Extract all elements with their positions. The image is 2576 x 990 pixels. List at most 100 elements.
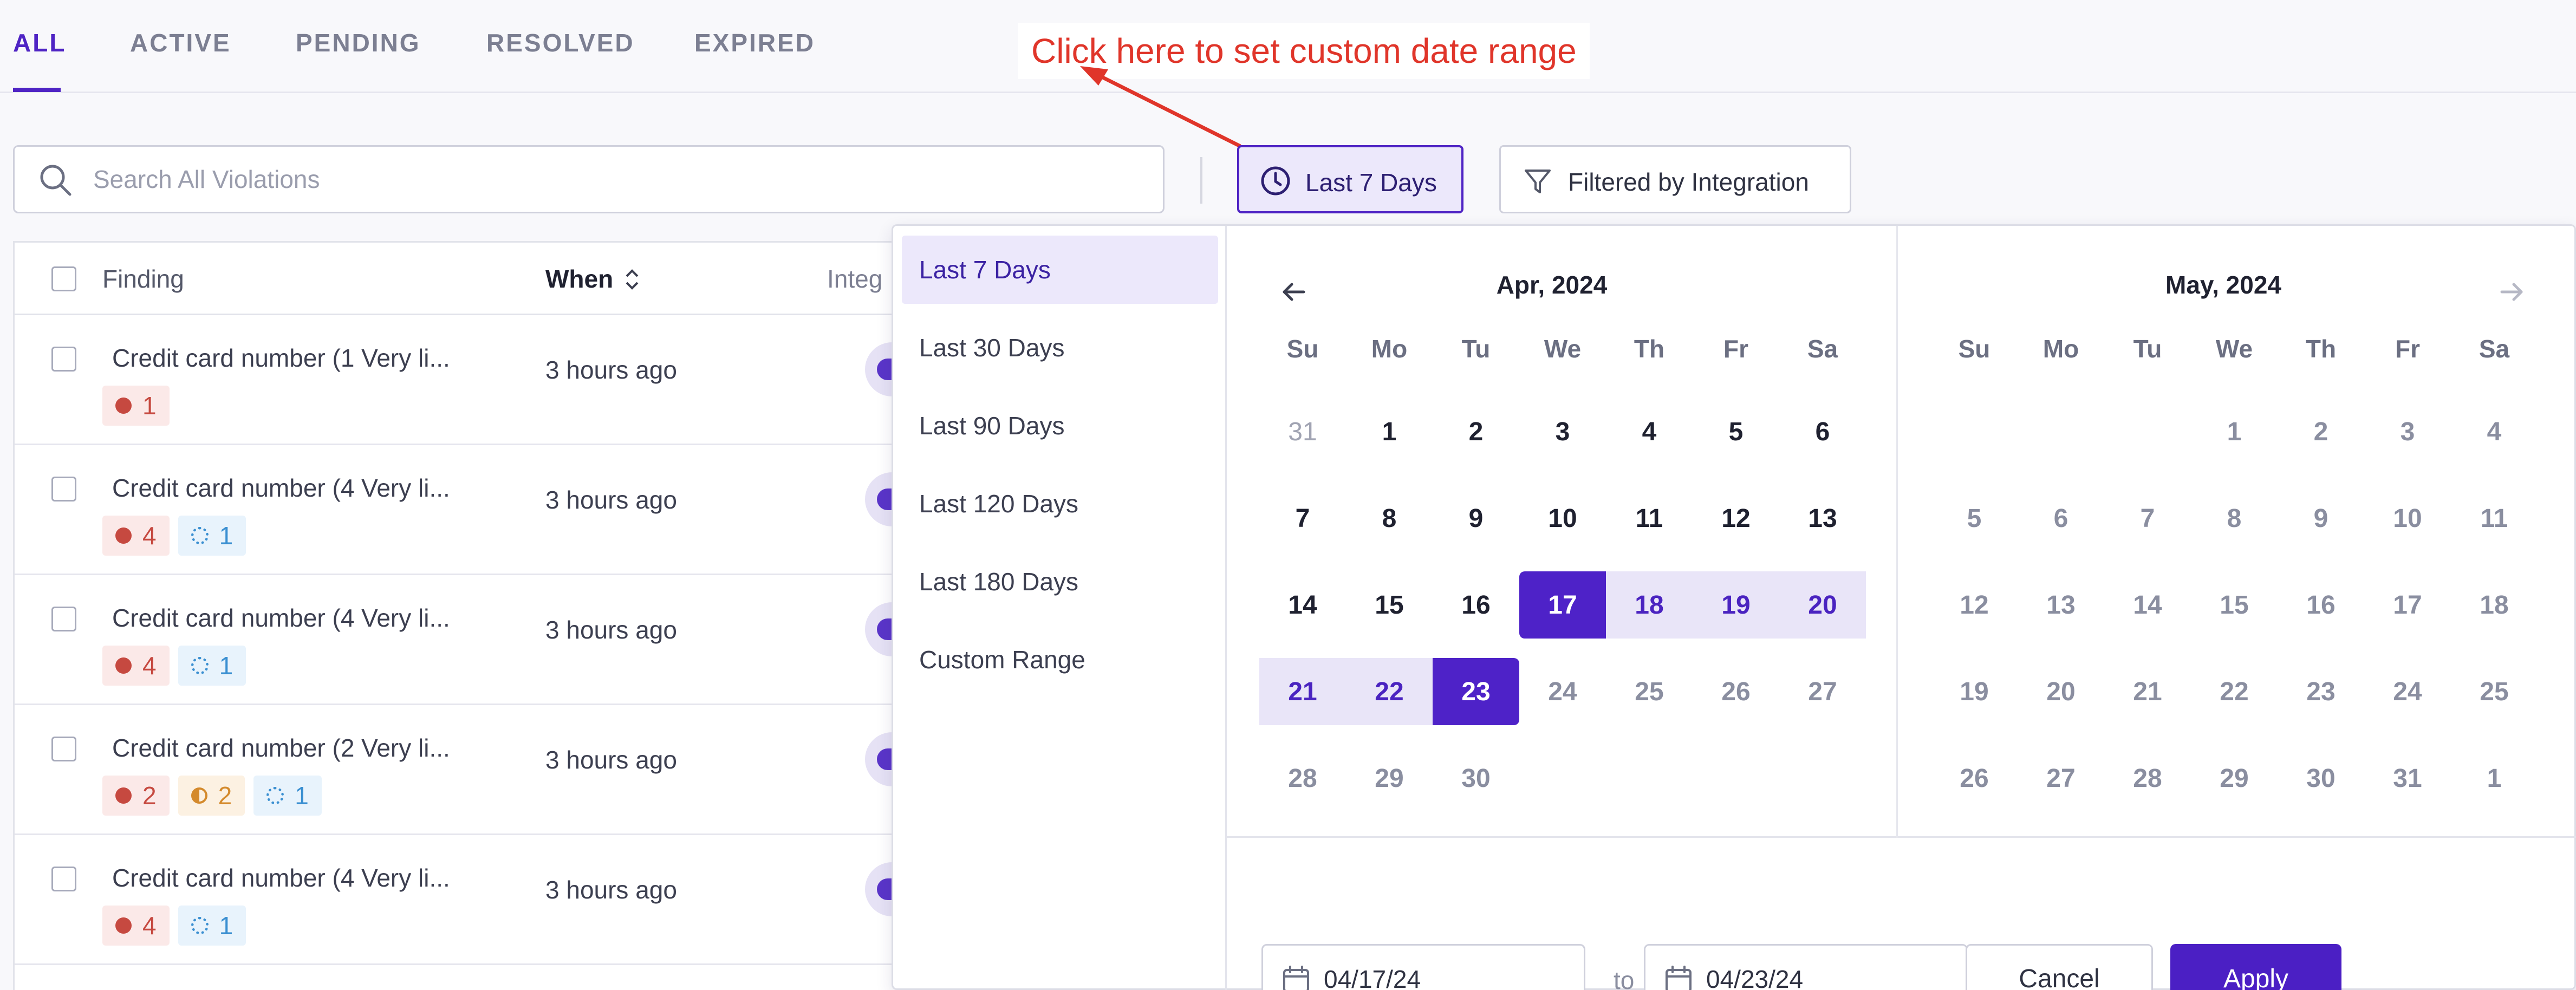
calendar-day[interactable]: 8: [1346, 485, 1433, 552]
calendar-day[interactable]: 3: [2364, 398, 2451, 465]
calendar-day[interactable]: 17: [1519, 571, 1606, 639]
calendar-day[interactable]: 12: [1693, 485, 1779, 552]
calendar-day[interactable]: 15: [1346, 571, 1433, 639]
column-when[interactable]: When: [545, 264, 613, 294]
calendar-day[interactable]: 21: [1259, 658, 1346, 725]
preset-last-30-days[interactable]: Last 30 Days: [902, 314, 1218, 382]
calendar-day[interactable]: 22: [2191, 658, 2278, 725]
tab-resolved[interactable]: RESOLVED: [486, 28, 635, 57]
calendar-day[interactable]: 20: [1779, 571, 1866, 639]
finding-text[interactable]: Credit card number (2 Very li...: [112, 733, 450, 763]
calendar-day[interactable]: 26: [1931, 745, 2018, 812]
calendar-day[interactable]: 30: [2278, 745, 2364, 812]
calendar-day[interactable]: 5: [1693, 398, 1779, 465]
date-range-button[interactable]: Last 7 Days: [1237, 145, 1463, 213]
calendar-day[interactable]: 30: [1433, 745, 1519, 812]
calendar-day[interactable]: 6: [2018, 485, 2104, 552]
calendar-day[interactable]: 5: [1931, 485, 2018, 552]
tab-all[interactable]: ALL: [13, 28, 66, 57]
calendar-day[interactable]: 10: [2364, 485, 2451, 552]
calendar-day[interactable]: 31: [2364, 745, 2451, 812]
calendar-day[interactable]: 15: [2191, 571, 2278, 639]
calendar-day[interactable]: 13: [1779, 485, 1866, 552]
calendar-day[interactable]: 26: [1693, 658, 1779, 725]
start-date-input[interactable]: [1324, 959, 1562, 990]
preset-custom-range[interactable]: Custom Range: [902, 626, 1218, 694]
integration-filter-button[interactable]: Filtered by Integration: [1499, 145, 1851, 213]
calendar-day[interactable]: 22: [1346, 658, 1433, 725]
calendar-day[interactable]: 14: [2104, 571, 2191, 639]
calendar-day[interactable]: 9: [1433, 485, 1519, 552]
finding-text[interactable]: Credit card number (4 Very li...: [112, 863, 450, 893]
calendar-day[interactable]: 18: [2451, 571, 2538, 639]
table-row[interactable]: Credit card number (1 Very li... 3 hours…: [15, 315, 935, 445]
calendar-day[interactable]: 14: [1259, 571, 1346, 639]
calendar-day[interactable]: 23: [2278, 658, 2364, 725]
end-date-field[interactable]: [1644, 944, 1968, 990]
search-input[interactable]: [93, 157, 1122, 202]
calendar-day[interactable]: 11: [1606, 485, 1693, 552]
row-checkbox[interactable]: [51, 477, 76, 501]
start-date-field[interactable]: [1261, 944, 1585, 990]
calendar-day[interactable]: 19: [1931, 658, 2018, 725]
next-month-icon[interactable]: [2494, 275, 2529, 309]
row-checkbox[interactable]: [51, 867, 76, 891]
select-all-checkbox[interactable]: [51, 266, 76, 291]
calendar-day[interactable]: 7: [2104, 485, 2191, 552]
table-row[interactable]: Credit card number (4 Very li... 3 hours…: [15, 835, 935, 965]
calendar-day[interactable]: 24: [2364, 658, 2451, 725]
calendar-day[interactable]: 4: [1606, 398, 1693, 465]
table-row[interactable]: Credit card number (2 Very li... 3 hours…: [15, 705, 935, 835]
row-checkbox[interactable]: [51, 347, 76, 372]
end-date-input[interactable]: [1706, 959, 1944, 990]
calendar-day[interactable]: 18: [1606, 571, 1693, 639]
calendar-day[interactable]: 16: [2278, 571, 2364, 639]
tab-pending[interactable]: PENDING: [296, 28, 421, 57]
calendar-day[interactable]: 12: [1931, 571, 2018, 639]
finding-text[interactable]: Credit card number (1 Very li...: [112, 343, 450, 373]
calendar-day[interactable]: 31: [1259, 398, 1346, 465]
calendar-day[interactable]: 2: [1433, 398, 1519, 465]
calendar-day[interactable]: 21: [2104, 658, 2191, 725]
table-row[interactable]: Credit card number (4 Very li... 3 hours…: [15, 445, 935, 575]
calendar-day[interactable]: 25: [1606, 658, 1693, 725]
tab-active[interactable]: ACTIVE: [130, 28, 231, 57]
apply-button[interactable]: Apply: [2170, 944, 2341, 990]
finding-text[interactable]: Credit card number (4 Very li...: [112, 473, 450, 503]
calendar-day[interactable]: 1: [1346, 398, 1433, 465]
calendar-day[interactable]: 3: [1519, 398, 1606, 465]
calendar-day[interactable]: 27: [2018, 745, 2104, 812]
calendar-day[interactable]: 10: [1519, 485, 1606, 552]
calendar-day[interactable]: 25: [2451, 658, 2538, 725]
calendar-day[interactable]: 23: [1433, 658, 1519, 725]
tab-expired[interactable]: EXPIRED: [694, 28, 815, 57]
preset-last-7-days[interactable]: Last 7 Days: [902, 236, 1218, 304]
cancel-button[interactable]: Cancel: [1966, 944, 2153, 990]
row-checkbox[interactable]: [51, 737, 76, 761]
sort-icon[interactable]: [621, 264, 643, 295]
calendar-day[interactable]: 8: [2191, 485, 2278, 552]
calendar-day[interactable]: 28: [2104, 745, 2191, 812]
calendar-day[interactable]: 11: [2451, 485, 2538, 552]
calendar-day[interactable]: 2: [2278, 398, 2364, 465]
calendar-day[interactable]: 17: [2364, 571, 2451, 639]
calendar-day[interactable]: 28: [1259, 745, 1346, 812]
preset-last-120-days[interactable]: Last 120 Days: [902, 470, 1218, 538]
calendar-day[interactable]: 4: [2451, 398, 2538, 465]
calendar-day[interactable]: 19: [1693, 571, 1779, 639]
calendar-day[interactable]: 9: [2278, 485, 2364, 552]
calendar-day[interactable]: 20: [2018, 658, 2104, 725]
previous-month-icon[interactable]: [1277, 275, 1311, 309]
calendar-day[interactable]: 6: [1779, 398, 1866, 465]
column-integration[interactable]: Integ: [827, 264, 882, 294]
calendar-day[interactable]: 16: [1433, 571, 1519, 639]
calendar-day[interactable]: 7: [1259, 485, 1346, 552]
finding-text[interactable]: Credit card number (4 Very li...: [112, 603, 450, 633]
calendar-day[interactable]: 29: [1346, 745, 1433, 812]
calendar-day[interactable]: 24: [1519, 658, 1606, 725]
calendar-day[interactable]: 13: [2018, 571, 2104, 639]
table-row[interactable]: Credit card number (4 Very li... 3 hours…: [15, 575, 935, 705]
row-checkbox[interactable]: [51, 607, 76, 631]
column-finding[interactable]: Finding: [102, 264, 184, 294]
calendar-day[interactable]: 29: [2191, 745, 2278, 812]
